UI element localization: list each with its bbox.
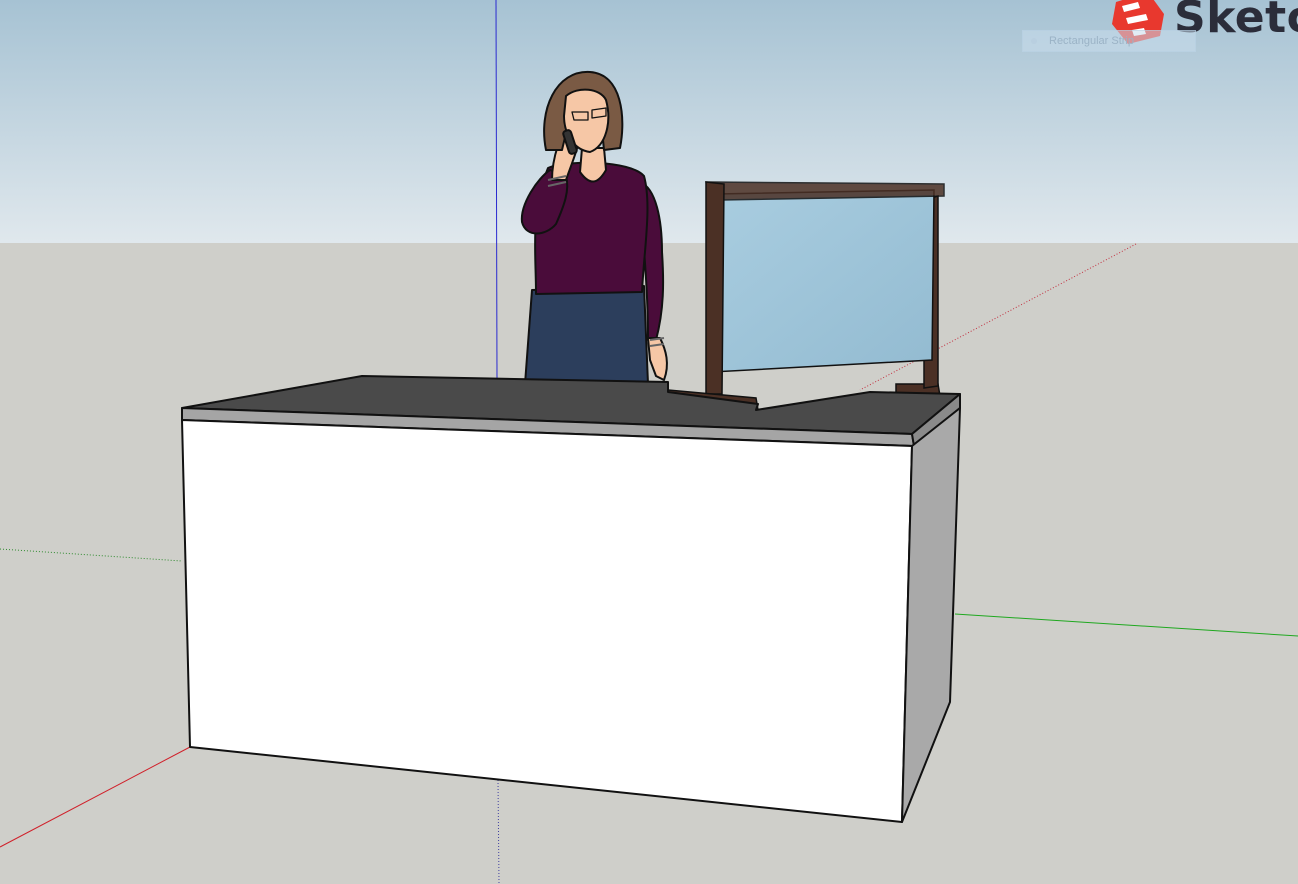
screen-top-rail	[705, 181, 945, 201]
3d-viewport[interactable]	[0, 0, 1298, 884]
figure-skirt	[524, 285, 649, 385]
tooltip-bullet-icon	[1031, 38, 1037, 44]
component-tooltip: Rectangular Strip	[1022, 30, 1196, 52]
screen-left-post	[705, 181, 725, 395]
reception-desk[interactable]	[181, 375, 961, 823]
figure-neck	[579, 147, 607, 183]
screen-glass	[711, 189, 935, 373]
tooltip-label: Rectangular Strip	[1049, 35, 1134, 47]
